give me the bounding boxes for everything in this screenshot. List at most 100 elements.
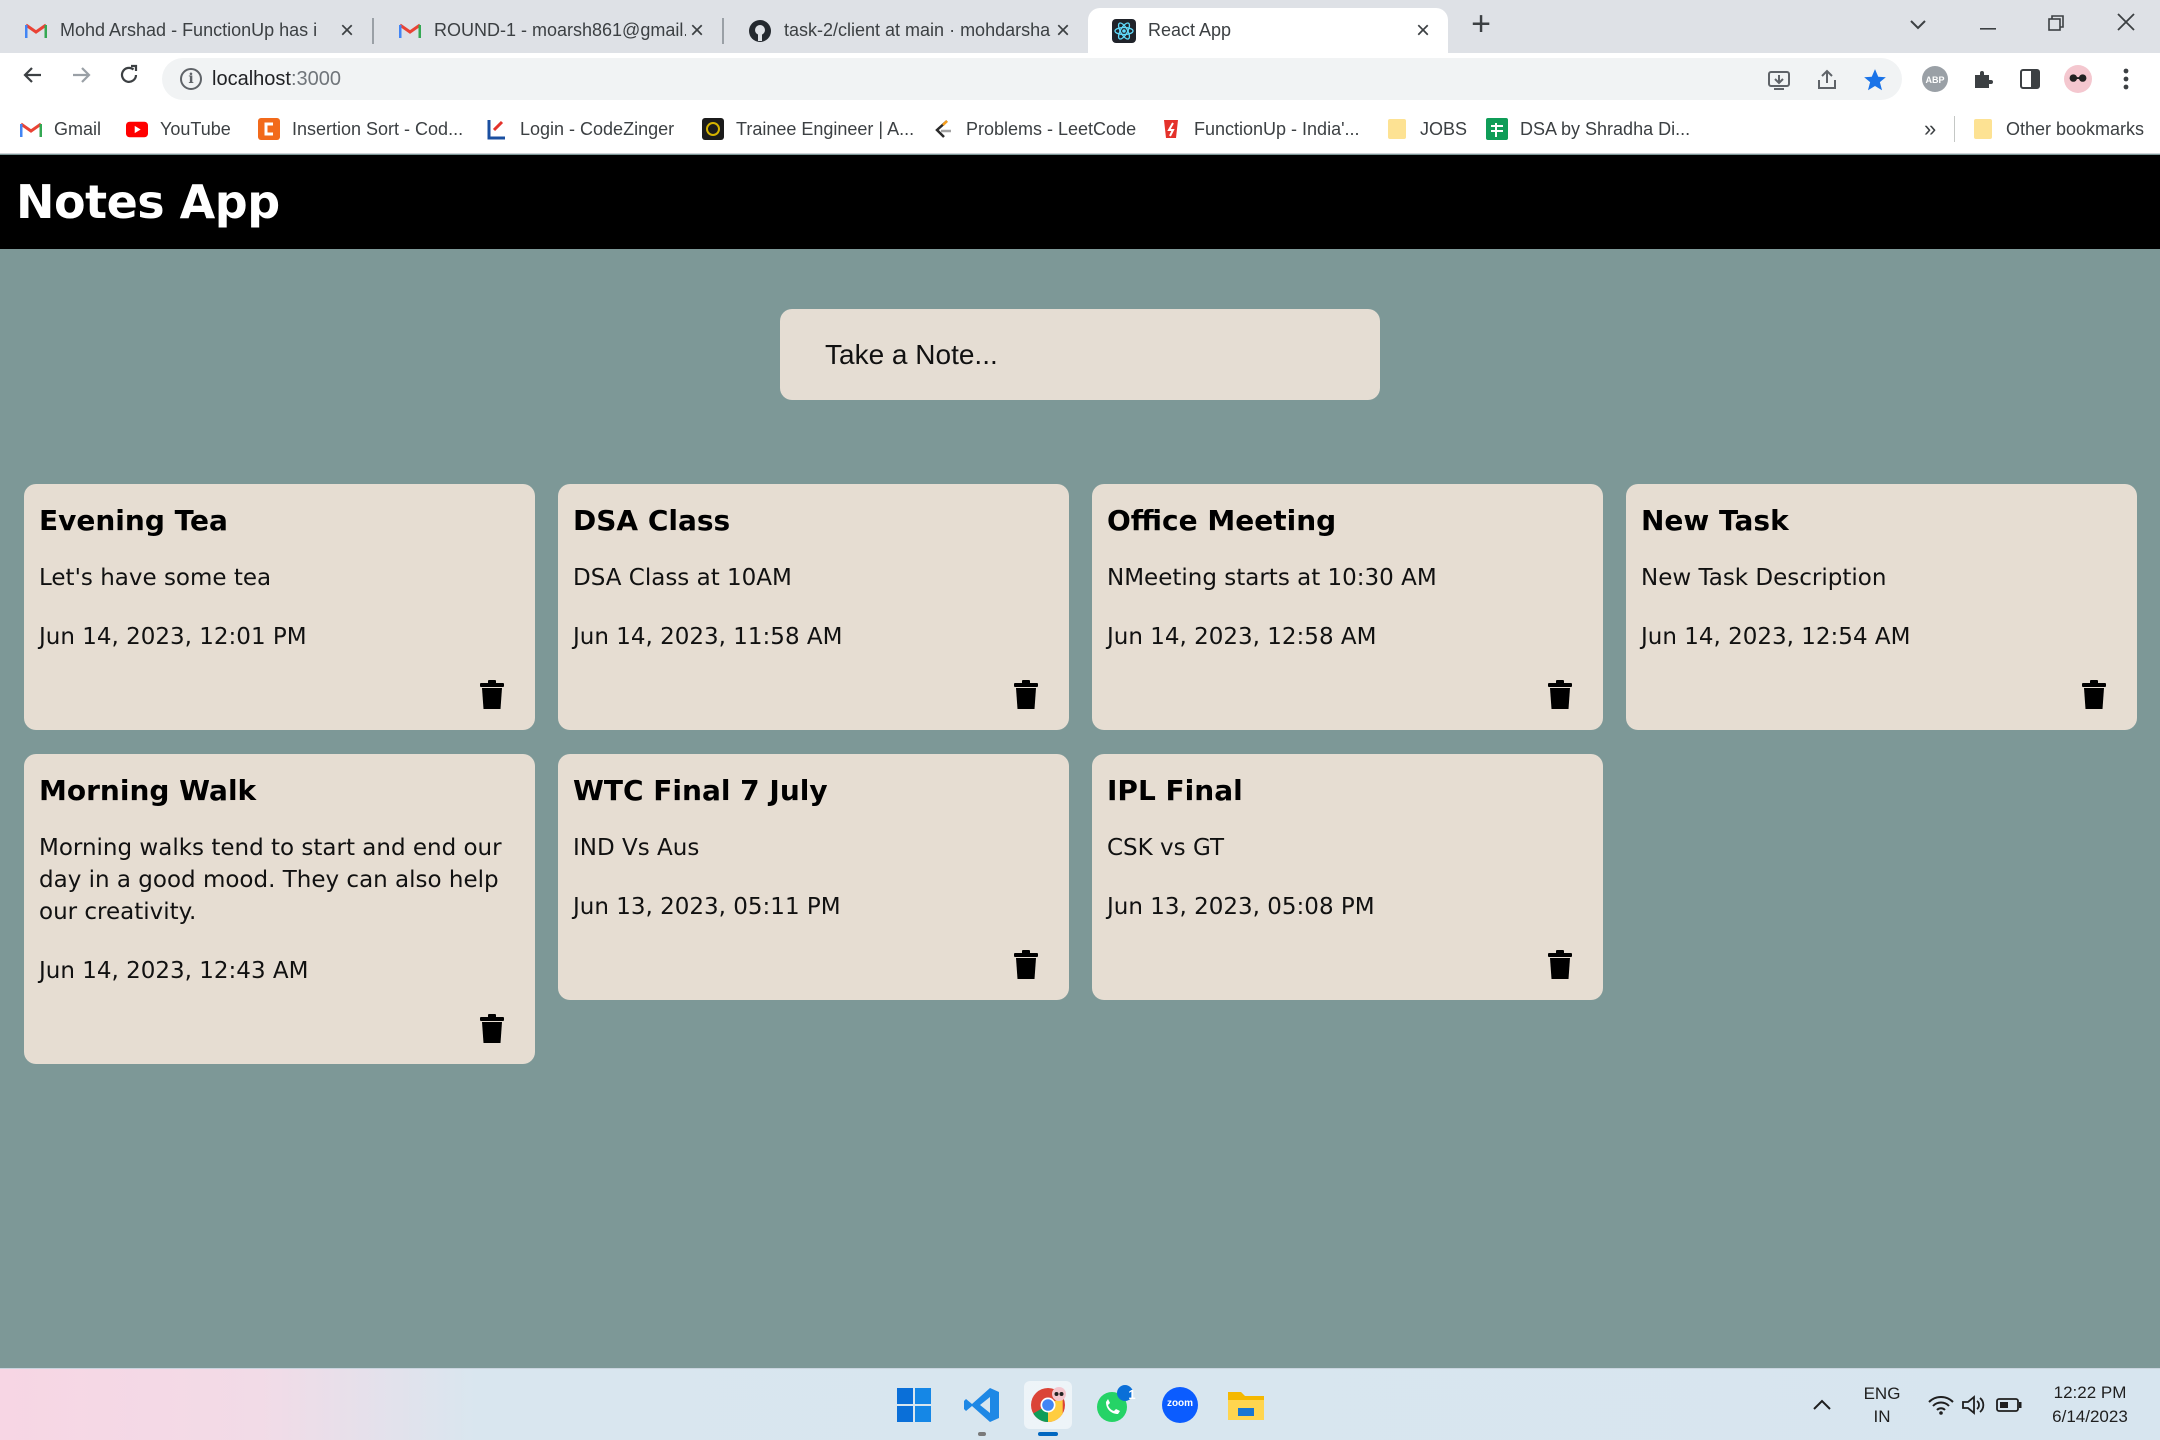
wifi-icon[interactable] <box>1926 1381 1956 1429</box>
folder-icon <box>1386 118 1408 140</box>
volume-icon[interactable] <box>1958 1381 1988 1429</box>
share-icon[interactable] <box>1814 67 1840 93</box>
bookmark-youtube[interactable]: YouTube <box>126 115 231 143</box>
new-tab-button[interactable]: + <box>1466 7 1496 41</box>
note-card: Office Meeting NMeeting starts at 10:30 … <box>1092 484 1603 730</box>
extensions-puzzle-icon[interactable] <box>1969 65 1997 93</box>
note-description: Let's have some tea <box>39 565 272 591</box>
tab-title: Mohd Arshad - FunctionUp has i <box>60 20 318 40</box>
svg-text:ABP: ABP <box>1925 75 1944 85</box>
address-bar[interactable]: i localhost:3000 <box>162 58 1902 100</box>
note-card: Evening Tea Let's have some tea Jun 14, … <box>24 484 535 730</box>
note-title: IPL Final <box>1107 774 1243 807</box>
restore-button[interactable] <box>2036 6 2076 42</box>
bookmarks-bar: Gmail YouTube Insertion Sort - Cod... Lo… <box>0 104 2160 154</box>
bookmark-codezinger[interactable]: Login - CodeZinger <box>486 115 674 143</box>
bookmark-insertion-sort[interactable]: Insertion Sort - Cod... <box>258 115 463 143</box>
bookmark-jobs-folder[interactable]: JOBS <box>1386 115 1467 143</box>
trash-icon[interactable] <box>1547 950 1573 980</box>
close-icon[interactable]: × <box>1052 18 1074 42</box>
react-icon <box>1112 18 1136 43</box>
trash-icon[interactable] <box>1013 950 1039 980</box>
note-title: New Task <box>1641 504 1789 537</box>
leetcode-icon <box>932 118 954 140</box>
taskbar: 1 zoom ENG IN 12:22 PM 6/14/2023 <box>0 1368 2160 1440</box>
bookmark-label: Insertion Sort - Cod... <box>292 118 464 139</box>
trash-icon[interactable] <box>1013 680 1039 710</box>
tab-title: ROUND-1 - moarsh861@gmail.c <box>434 20 686 40</box>
take-note-input[interactable] <box>780 309 1380 400</box>
bookmarks-divider <box>1954 116 1955 142</box>
bookmark-other-bookmarks[interactable]: Other bookmarks <box>1972 115 2144 143</box>
close-icon[interactable]: × <box>686 18 708 42</box>
functionup-icon <box>1160 118 1182 140</box>
note-date: Jun 13, 2023, 05:11 PM <box>573 894 841 920</box>
vscode-icon[interactable] <box>958 1381 1006 1436</box>
youtube-icon <box>126 118 148 140</box>
bookmark-label: JOBS <box>1420 118 1468 139</box>
trash-icon[interactable] <box>479 680 505 710</box>
tab-search-icon[interactable] <box>1898 6 1938 42</box>
reload-button[interactable] <box>112 61 146 95</box>
tab-gmail-1[interactable]: Mohd Arshad - FunctionUp has i × <box>0 8 372 53</box>
back-button[interactable] <box>16 61 50 95</box>
bookmark-star-icon[interactable] <box>1862 67 1888 93</box>
tab-gmail-2[interactable]: ROUND-1 - moarsh861@gmail.c × <box>374 8 722 53</box>
app-header: Notes App <box>0 155 2160 249</box>
site-info-icon[interactable]: i <box>180 68 202 90</box>
clock-date: 6/14/2023 <box>2052 1407 2128 1426</box>
tab-react-app[interactable]: React App × <box>1088 8 1448 53</box>
language-code: ENG <box>1863 1384 1901 1403</box>
trash-icon[interactable] <box>479 1014 505 1044</box>
note-card: New Task New Task Description Jun 14, 20… <box>1626 484 2137 730</box>
bookmark-gmail[interactable]: Gmail <box>20 115 101 143</box>
trash-icon[interactable] <box>1547 680 1573 710</box>
install-app-icon[interactable] <box>1766 67 1792 93</box>
show-hidden-icons-chevron[interactable] <box>1802 1381 1842 1429</box>
clock[interactable]: 12:22 PM 6/14/2023 <box>2034 1383 2146 1427</box>
bookmark-leetcode[interactable]: Problems - LeetCode <box>932 115 1136 143</box>
note-date: Jun 14, 2023, 12:43 AM <box>39 958 309 984</box>
minimize-button[interactable] <box>1968 6 2008 42</box>
tab-strip: Mohd Arshad - FunctionUp has i × ROUND-1… <box>0 0 2160 53</box>
menu-kebab-icon[interactable] <box>2112 65 2140 93</box>
github-icon <box>748 19 772 43</box>
whatsapp-icon[interactable]: 1 <box>1090 1381 1138 1429</box>
note-title: Office Meeting <box>1107 504 1337 537</box>
note-date: Jun 14, 2023, 11:58 AM <box>573 624 843 650</box>
adblock-icon[interactable]: ABP <box>1921 65 1949 93</box>
bookmark-dsa-sheet[interactable]: DSA by Shradha Di... <box>1486 115 1690 143</box>
folder-icon <box>1972 118 1994 140</box>
chrome-icon[interactable] <box>1024 1381 1072 1436</box>
note-title: Evening Tea <box>39 504 228 537</box>
forward-button[interactable] <box>64 61 98 95</box>
battery-icon[interactable] <box>1994 1381 2024 1429</box>
note-description: CSK vs GT <box>1107 835 1225 861</box>
close-icon[interactable]: × <box>1412 18 1434 42</box>
language-indicator[interactable]: ENG IN <box>1852 1384 1912 1427</box>
note-card: IPL Final CSK vs GT Jun 13, 2023, 05:08 … <box>1092 754 1603 1000</box>
side-panel-icon[interactable] <box>2016 65 2044 93</box>
tab-github[interactable]: task-2/client at main · mohdarsha × <box>724 8 1088 53</box>
note-card: WTC Final 7 July IND Vs Aus Jun 13, 2023… <box>558 754 1069 1000</box>
windows-start-icon[interactable] <box>890 1381 938 1429</box>
bookmarks-overflow-button[interactable]: » <box>1924 115 1936 143</box>
note-date: Jun 14, 2023, 12:54 AM <box>1641 624 1911 650</box>
gmail-icon <box>20 118 42 140</box>
bookmark-trainee-engineer[interactable]: Trainee Engineer | A... <box>702 115 914 143</box>
profile-avatar[interactable] <box>2064 65 2092 93</box>
close-window-button[interactable] <box>2106 6 2146 42</box>
active-indicator <box>1038 1432 1058 1436</box>
close-icon[interactable]: × <box>336 18 358 42</box>
trash-icon[interactable] <box>2081 680 2107 710</box>
bookmark-functionup[interactable]: FunctionUp - India'... <box>1160 115 1360 143</box>
file-explorer-icon[interactable] <box>1222 1381 1270 1429</box>
zoom-app-icon[interactable]: zoom <box>1156 1381 1204 1429</box>
clock-time: 12:22 PM <box>2053 1383 2127 1402</box>
note-description: NMeeting starts at 10:30 AM <box>1107 565 1437 591</box>
note-date: Jun 14, 2023, 12:01 PM <box>39 624 307 650</box>
note-description: IND Vs Aus <box>573 835 700 861</box>
url-port: :3000 <box>290 68 341 90</box>
url-text: localhost:3000 <box>212 68 341 91</box>
bookmark-label: Login - CodeZinger <box>520 118 675 139</box>
